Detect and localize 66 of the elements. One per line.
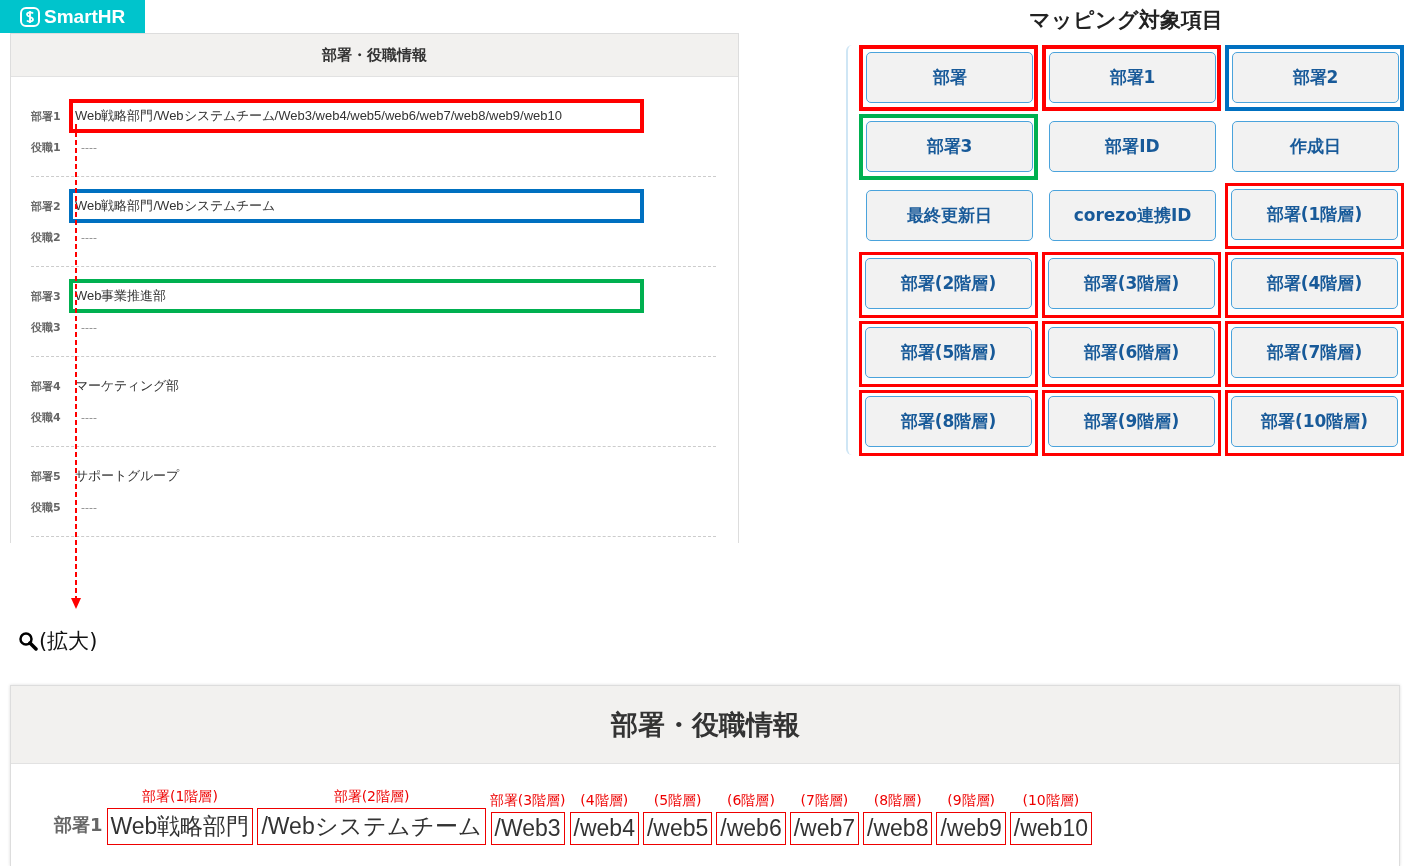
- segment-frame: /web10: [1009, 812, 1092, 845]
- field-value: Web戦略部門/Webシステムチーム/Web3/web4/web5/web6/web7/web8/web9/web10: [75, 107, 562, 125]
- level-caption: (6階層): [727, 792, 775, 810]
- mapping-item-button[interactable]: 部署(5階層): [865, 327, 1032, 378]
- mapping-item-button[interactable]: 最終更新日: [866, 190, 1033, 241]
- field-value: Web事業推進部: [75, 287, 167, 305]
- mapping-item-button[interactable]: 部署(8階層): [865, 396, 1032, 447]
- zoom-caption: (拡大): [39, 628, 98, 655]
- panel-title: 部署・役職情報: [610, 707, 800, 742]
- empty-value: ----: [80, 140, 97, 154]
- search-icon: [18, 631, 38, 651]
- level-caption: (5階層): [653, 792, 702, 810]
- segment-frame: /web5: [642, 812, 713, 845]
- field-label: 役職4: [31, 409, 62, 425]
- field-label: 役職2: [31, 229, 62, 245]
- mapping-item-button[interactable]: 部署3: [866, 121, 1033, 172]
- logo-text: SmartHR: [44, 5, 126, 28]
- field-label: 部署1: [54, 813, 103, 837]
- mapping-item-button[interactable]: 作成日: [1232, 121, 1399, 172]
- empty-value: ----: [80, 320, 97, 334]
- mapping-item-button[interactable]: 部署(2階層): [865, 258, 1032, 309]
- mapping-item-button[interactable]: 部署(9階層): [1048, 396, 1215, 447]
- segment-frame: /web8: [863, 812, 933, 845]
- mapping-item-button[interactable]: 部署ID: [1049, 121, 1216, 172]
- segment-frame: /web7: [789, 812, 860, 845]
- field-label: 役職3: [31, 319, 62, 335]
- segment-frame: Web戦略部門: [106, 808, 254, 845]
- mapping-item-button[interactable]: 部署(10階層): [1231, 396, 1398, 447]
- field-label: 部署5: [31, 468, 62, 484]
- field-label: 部署4: [31, 378, 62, 394]
- mapping-item-button[interactable]: 部署: [866, 52, 1033, 103]
- mapping-item-button[interactable]: 部署(3階層): [1048, 258, 1215, 309]
- mapping-item-button[interactable]: 部署(7階層): [1231, 327, 1398, 378]
- panel-title: 部署・役職情報: [322, 45, 427, 65]
- level-caption: (10階層): [1022, 792, 1080, 810]
- field-value: サポートグループ: [75, 467, 179, 485]
- field-value: マーケティング部: [75, 377, 179, 395]
- logo-icon: [20, 6, 40, 27]
- empty-value: ----: [80, 500, 97, 514]
- level-caption: 部署(2階層): [333, 788, 410, 806]
- field-label: 役職5: [31, 499, 62, 515]
- section-title: マッピング対象項目: [1027, 7, 1224, 34]
- field-label: 部署3: [31, 288, 62, 304]
- empty-value: ----: [80, 230, 97, 244]
- field-value: Web戦略部門/Webシステムチーム: [75, 197, 275, 215]
- segment-frame: /web9: [936, 812, 1006, 845]
- mapping-item-button[interactable]: 部署(6階層): [1048, 327, 1215, 378]
- mapping-item-button[interactable]: 部署1: [1049, 52, 1216, 103]
- segment-frame: /web4: [569, 812, 639, 845]
- mapping-item-button[interactable]: 部署(4階層): [1231, 258, 1398, 309]
- level-caption: (4階層): [580, 792, 629, 810]
- level-caption: (8階層): [873, 792, 922, 810]
- level-caption: 部署(3階層): [489, 792, 566, 810]
- level-caption: (9階層): [947, 792, 996, 810]
- level-caption: (7階層): [800, 792, 849, 810]
- segment-frame: /web6: [716, 812, 786, 845]
- mapping-item-button[interactable]: 部署2: [1232, 52, 1399, 103]
- field-label: 役職1: [31, 139, 62, 155]
- level-caption: 部署(1階層): [142, 788, 218, 806]
- field-label: 部署1: [31, 108, 62, 124]
- segment-frame: /Webシステムチーム: [257, 808, 486, 845]
- field-label: 部署2: [31, 198, 62, 214]
- mapping-item-button[interactable]: 部署(1階層): [1231, 189, 1398, 240]
- mapping-item-button[interactable]: corezo連携ID: [1049, 190, 1216, 241]
- segment-frame: /Web3: [490, 812, 565, 845]
- empty-value: ----: [80, 410, 97, 424]
